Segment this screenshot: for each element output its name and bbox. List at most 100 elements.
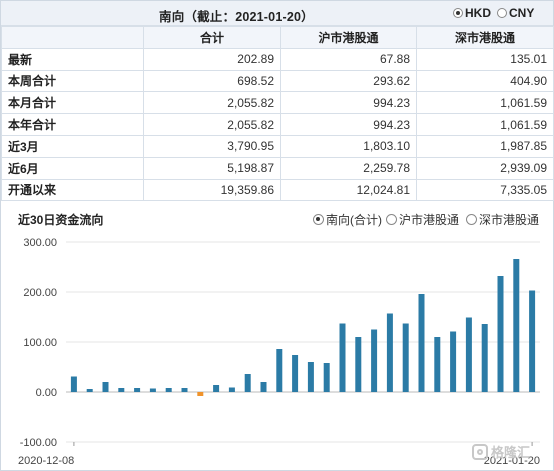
- bar: [260, 382, 267, 392]
- bar: [165, 388, 172, 392]
- fund-flow-chart: 300.00 200.00 100.00 0.00 -100.00 2020-12-08…: [18, 237, 540, 467]
- row-label: 本月合计: [1, 91, 144, 115]
- y-tick-label: 300.00: [23, 237, 57, 249]
- x-axis-ticks: 2020-12-08 2021-01-20: [18, 442, 540, 467]
- column-header: 深市港股通: [416, 26, 554, 49]
- y-tick-label: -100.00: [20, 437, 57, 449]
- bar: [481, 324, 488, 392]
- table-row: 本年合计 2,055.82 994.23 1,061.59: [1, 113, 554, 136]
- radio-unselected-icon: [497, 8, 507, 18]
- radio-unselected-icon: [466, 214, 477, 225]
- bar: [149, 388, 156, 392]
- bar: [450, 331, 457, 392]
- radio-selected-icon: [313, 214, 324, 225]
- table-row: 近3月 3,790.95 1,803.10 1,987.85: [1, 134, 554, 158]
- panel-title: 南向（截止：2021-01-20）: [159, 10, 314, 24]
- bar: [529, 290, 536, 392]
- bar: [70, 376, 77, 392]
- column-header: 沪市港股通: [280, 26, 417, 49]
- x-tick-label: 2020-12-08: [18, 455, 74, 467]
- bar: [181, 388, 188, 392]
- bar: [402, 323, 409, 392]
- cell-value: 1,061.59: [416, 91, 554, 115]
- cell-value: 1,061.59: [416, 113, 554, 136]
- row-label: 最新: [1, 47, 144, 71]
- legend-label: 沪市港股通: [399, 213, 460, 227]
- cell-value: 7,335.05: [416, 178, 554, 202]
- bar: [497, 276, 504, 392]
- y-tick-label: 0.00: [36, 387, 57, 399]
- row-label: 本年合计: [1, 113, 144, 136]
- watermark-logo-icon: [472, 443, 488, 460]
- bar: [102, 382, 109, 392]
- cell-value: 698.52: [143, 69, 281, 93]
- currency-option-hkd[interactable]: HKD: [453, 6, 491, 20]
- bar: [339, 323, 346, 392]
- panel-header: 南向（截止：2021-01-20） HKD CNY: [1, 1, 553, 26]
- y-tick-label: 200.00: [23, 287, 57, 299]
- cell-value: 2,939.09: [416, 156, 554, 180]
- cell-value: 5,198.87: [143, 156, 281, 180]
- watermark-text: 格隆汇: [491, 445, 531, 460]
- y-tick-label: 100.00: [23, 337, 57, 349]
- cell-value: 135.01: [416, 47, 554, 71]
- table-row: 本周合计 698.52 293.62 404.90: [1, 69, 554, 93]
- bar: [213, 385, 220, 392]
- currency-label: CNY: [509, 6, 535, 20]
- table-row: 近6月 5,198.87 2,259.78 2,939.09: [1, 156, 554, 180]
- bar: [434, 337, 441, 392]
- legend-label: 深市港股通: [479, 213, 540, 227]
- chart-title: 近30日资金流向: [18, 213, 104, 227]
- chart-bars: [70, 259, 536, 396]
- cell-value: 12,024.81: [280, 178, 417, 202]
- legend-option-sh-connect[interactable]: 沪市港股通: [386, 211, 459, 228]
- summary-table: 合计 沪市港股通 深市港股通 最新 202.89 67.88 135.01 本周…: [1, 26, 554, 202]
- bar: [118, 388, 125, 392]
- bar: [386, 313, 393, 392]
- cell-value: 67.88: [280, 47, 417, 71]
- watermark: 格隆汇: [472, 442, 530, 461]
- row-label: 近3月: [1, 134, 144, 158]
- bar: [276, 349, 283, 392]
- bar: [244, 374, 251, 392]
- bar: [355, 337, 362, 392]
- radio-selected-icon: [453, 8, 463, 18]
- cell-value: 994.23: [280, 113, 417, 136]
- currency-label: HKD: [465, 6, 491, 20]
- column-header: 合计: [143, 26, 281, 49]
- table-corner: [1, 26, 144, 49]
- bar: [418, 294, 425, 392]
- bar: [197, 392, 204, 396]
- cell-value: 293.62: [280, 69, 417, 93]
- row-label: 近6月: [1, 156, 144, 180]
- bar: [513, 259, 520, 392]
- table-row: 本月合计 2,055.82 994.23 1,061.59: [1, 91, 554, 115]
- cell-value: 19,359.86: [143, 178, 281, 202]
- radio-unselected-icon: [386, 214, 397, 225]
- cell-value: 2,055.82: [143, 91, 281, 115]
- bar: [134, 388, 141, 392]
- cell-value: 1,987.85: [416, 134, 554, 158]
- bar: [228, 387, 235, 392]
- bar: [465, 317, 472, 392]
- row-label: 本周合计: [1, 69, 144, 93]
- cell-value: 202.89: [143, 47, 281, 71]
- bar: [307, 362, 314, 392]
- cell-value: 2,259.78: [280, 156, 417, 180]
- legend-label: 南向(合计): [326, 213, 382, 227]
- bar: [323, 363, 330, 392]
- table-row: 最新 202.89 67.88 135.01: [1, 47, 554, 71]
- cell-value: 994.23: [280, 91, 417, 115]
- legend-option-sz-connect[interactable]: 深市港股通: [466, 211, 539, 228]
- table-row: 开通以来 19,359.86 12,024.81 7,335.05: [1, 178, 554, 202]
- cell-value: 3,790.95: [143, 134, 281, 158]
- row-label: 开通以来: [1, 178, 144, 202]
- cell-value: 2,055.82: [143, 113, 281, 136]
- currency-option-cny[interactable]: CNY: [497, 6, 534, 20]
- legend-option-southbound-total[interactable]: 南向(合计): [313, 211, 382, 228]
- bar: [86, 389, 93, 392]
- bar: [371, 329, 378, 392]
- table-header-row: 合计 沪市港股通 深市港股通: [1, 26, 554, 49]
- bar: [292, 355, 299, 392]
- cell-value: 1,803.10: [280, 134, 417, 158]
